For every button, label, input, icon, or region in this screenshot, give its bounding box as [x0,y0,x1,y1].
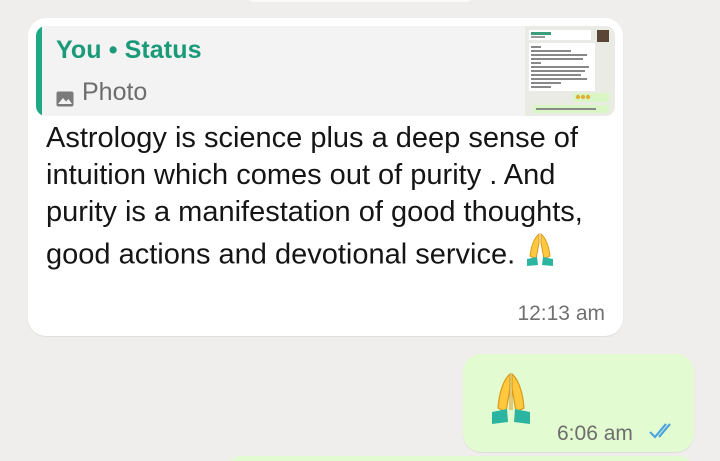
quote-accent-bar [36,26,42,116]
quoted-status-reply[interactable]: You • Status Photo [36,26,615,116]
quote-media-type: Photo [56,78,147,107]
message-time: 6:06 am [557,422,633,445]
folded-hands-icon [523,231,557,281]
quote-media-label: Photo [82,78,148,106]
next-message-stub [230,456,690,461]
message-time: 12:13 am [517,302,605,325]
photo-icon [56,85,74,106]
outgoing-message-bubble[interactable]: 6:06 am [463,354,694,452]
incoming-message-bubble[interactable]: You • Status Photo Astrology is science … [28,18,623,336]
double-check-icon [649,422,677,445]
message-text: Astrology is science plus a deep sense o… [46,120,616,281]
folded-hands-icon [489,372,533,435]
message-body: Astrology is science plus a deep sense o… [46,122,583,271]
status-photo-thumbnail[interactable] [525,26,615,116]
quote-title: You • Status [56,36,202,64]
previous-message-stub [245,0,475,2]
